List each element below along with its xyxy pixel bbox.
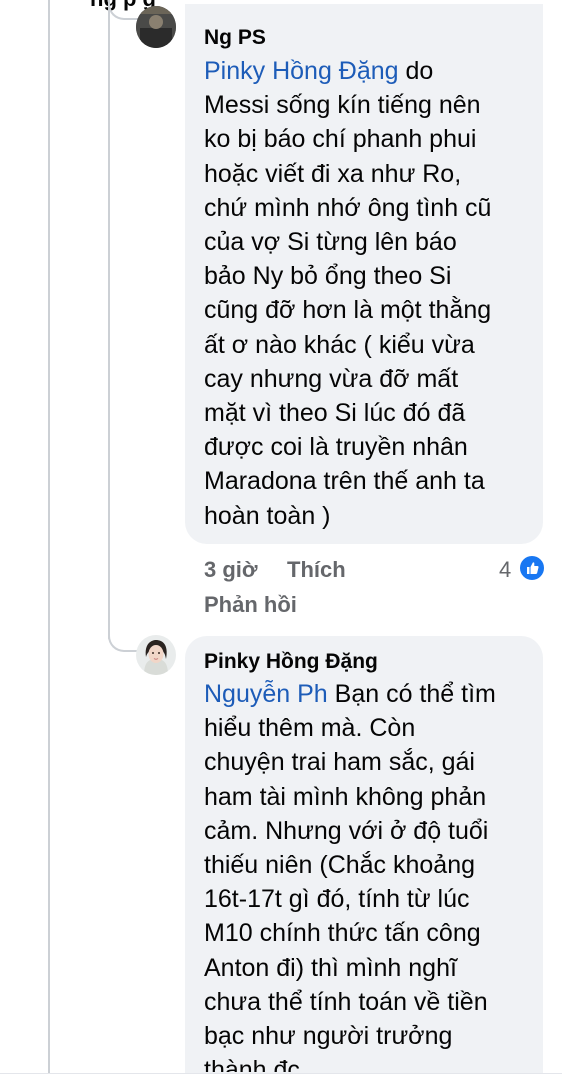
avatar-ng-ps[interactable]: [136, 6, 176, 48]
comment-text-line: ham tài mình không phản: [204, 782, 487, 811]
avatar-image-icon: [136, 635, 176, 675]
comment-text-line: thiếu niên (Chắc khoảng: [204, 851, 476, 880]
thread-line-outer: [48, 0, 50, 1080]
comment-text-line: hoặc viết đi xa như Ro,: [204, 159, 462, 188]
comment-author[interactable]: Ng PS: [204, 26, 266, 50]
thread-connector: [108, 624, 138, 652]
comment-text-line: của vợ Si từng lên báo: [204, 228, 457, 257]
comment-text-line: bảo Ny bỏ ổng theo Si: [204, 262, 452, 291]
comment-text-line: Maradona trên thế anh ta: [204, 467, 485, 496]
thumbs-up-icon: [527, 562, 539, 574]
comment-text-line: chuyện trai ham sắc, gái: [204, 748, 475, 777]
comment-text: Nguyễn Ph Bạn có thể tìm hiểu thêm mà. C…: [204, 677, 534, 1072]
comment-text-line: được coi là truyền nhân: [204, 433, 468, 462]
comment-text-line: cay nhưng vừa đỡ mất: [204, 364, 459, 393]
comment-text-line: Messi sống kín tiếng nên: [204, 91, 481, 120]
comment-text-line: cũng đỡ hơn là một thằng: [204, 296, 492, 325]
comment-text-line: chưa thể tính toán về tiền: [204, 987, 488, 1016]
reaction-count[interactable]: 4: [499, 557, 511, 583]
comment-text: Pinky Hồng Đặng do Messi sống kín tiếng …: [204, 54, 534, 533]
comment-text-line: hiểu thêm mà. Còn: [204, 714, 416, 743]
comment-text-line: M10 chính thức tấn công: [204, 919, 481, 948]
like-button[interactable]: Thích: [287, 557, 346, 583]
reply-button[interactable]: Phản hồi: [204, 592, 297, 618]
bottom-divider: [0, 1073, 562, 1080]
thread-line-inner: [108, 0, 110, 640]
comment-time[interactable]: 3 giờ: [204, 557, 258, 583]
comment-text-line: bạc như người trưởng: [204, 1022, 453, 1051]
comment-text-line: ất ơ nào khác ( kiểu vừa: [204, 330, 475, 359]
comment-text-line: Bạn có thể tìm: [327, 680, 496, 708]
comment-text-line: cảm. Nhưng với ở độ tuổi: [204, 816, 489, 845]
mention-link[interactable]: Pinky Hồng Đặng: [204, 57, 399, 85]
like-reaction-icon[interactable]: [518, 554, 546, 582]
comment-text-line: ko bị báo chí phanh phui: [204, 125, 477, 154]
comment-text-line: Anton đi) thì mình nghĩ: [204, 953, 457, 982]
comment-text-line: chứ mình nhớ ông tình cũ: [204, 193, 492, 222]
comment-text-line: hoàn toàn ): [204, 501, 331, 530]
mention-link[interactable]: Nguyễn Ph: [204, 680, 328, 708]
comment-author[interactable]: Pinky Hồng Đặng: [204, 650, 378, 674]
avatar-pinky-hong-dang[interactable]: [136, 635, 176, 675]
comment-text-line: do: [398, 57, 434, 85]
avatar-image-icon: [136, 6, 176, 48]
thread-connector-top: [108, 0, 138, 20]
comment-text-line: 16t-17t gì đó, tính từ lúc: [204, 885, 470, 914]
comment-text-line: thành đc: [204, 1056, 300, 1072]
comment-text-line: mặt vì theo Si lúc đó đã: [204, 399, 466, 428]
